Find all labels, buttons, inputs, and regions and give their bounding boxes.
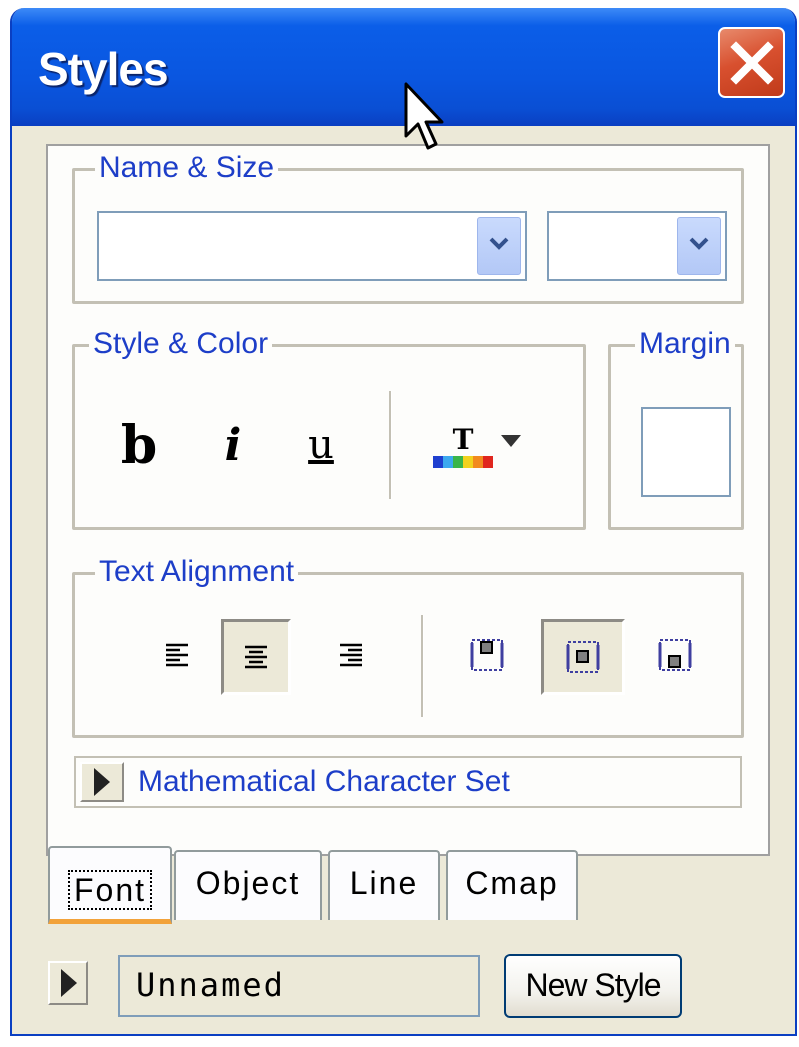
valign-top-button[interactable] xyxy=(457,619,517,691)
bold-button[interactable]: b xyxy=(111,415,167,476)
italic-button[interactable]: i xyxy=(205,417,261,473)
valign-top-icon xyxy=(470,639,504,671)
margin-legend: Margin xyxy=(635,326,735,362)
align-center-icon xyxy=(245,645,267,669)
style-expand-button[interactable] xyxy=(48,961,88,1005)
margin-input[interactable] xyxy=(641,407,731,497)
color-dropdown-arrow-icon[interactable] xyxy=(501,435,521,447)
font-size-combo[interactable] xyxy=(547,211,727,281)
triangle-right-icon xyxy=(94,768,110,796)
tab-cmap[interactable]: Cmap xyxy=(446,850,578,920)
chevron-down-icon xyxy=(489,237,509,250)
chevron-down-icon xyxy=(689,237,709,250)
align-left-icon xyxy=(166,643,188,667)
close-x-icon xyxy=(730,41,774,85)
underline-button[interactable]: u xyxy=(291,417,351,473)
tab-font[interactable]: Font xyxy=(48,846,172,924)
style-color-legend: Style & Color xyxy=(89,326,273,362)
alignment-separator xyxy=(421,615,424,717)
text-color-label: T xyxy=(452,423,474,456)
valign-bottom-button[interactable] xyxy=(645,619,705,691)
valign-middle-button[interactable] xyxy=(541,619,625,695)
window-title: Styles xyxy=(38,43,169,95)
styles-window: Styles Name & Size Style & Color b i u T… xyxy=(10,8,797,1036)
font-name-dropdown-button[interactable] xyxy=(477,217,521,275)
font-name-combo[interactable] xyxy=(97,211,527,281)
align-center-button[interactable] xyxy=(221,619,291,695)
math-expand-button[interactable] xyxy=(80,762,124,802)
style-name-field[interactable]: Unnamed xyxy=(118,955,480,1017)
name-size-legend: Name & Size xyxy=(95,150,279,186)
align-left-button[interactable] xyxy=(147,619,207,691)
text-alignment-group: Text Alignment xyxy=(72,554,744,738)
style-color-group: Style & Color b i u T xyxy=(72,326,586,530)
align-right-button[interactable] xyxy=(321,619,381,691)
tab-font-label: Font xyxy=(67,870,153,910)
font-tab-panel: Name & Size Style & Color b i u T Margin… xyxy=(46,144,770,856)
text-alignment-legend: Text Alignment xyxy=(95,554,299,590)
math-character-set-label: Mathematical Character Set xyxy=(138,765,510,798)
margin-group: Margin xyxy=(608,326,744,530)
valign-middle-icon xyxy=(566,641,600,673)
mouse-pointer-icon xyxy=(404,82,444,150)
name-size-group: Name & Size xyxy=(72,150,744,304)
close-button[interactable] xyxy=(718,27,785,98)
triangle-right-icon xyxy=(61,969,77,997)
math-character-set-expander[interactable]: Mathematical Character Set xyxy=(74,756,742,808)
align-right-icon xyxy=(340,643,362,667)
toolbar-separator xyxy=(389,391,392,499)
valign-bottom-icon xyxy=(658,639,692,671)
font-size-dropdown-button[interactable] xyxy=(677,217,721,275)
tab-line[interactable]: Line xyxy=(328,850,440,920)
new-style-button[interactable]: New Style xyxy=(504,954,682,1018)
text-color-button[interactable]: T xyxy=(431,411,495,481)
tab-object[interactable]: Object xyxy=(174,850,322,920)
color-swatch-icon xyxy=(433,456,493,468)
